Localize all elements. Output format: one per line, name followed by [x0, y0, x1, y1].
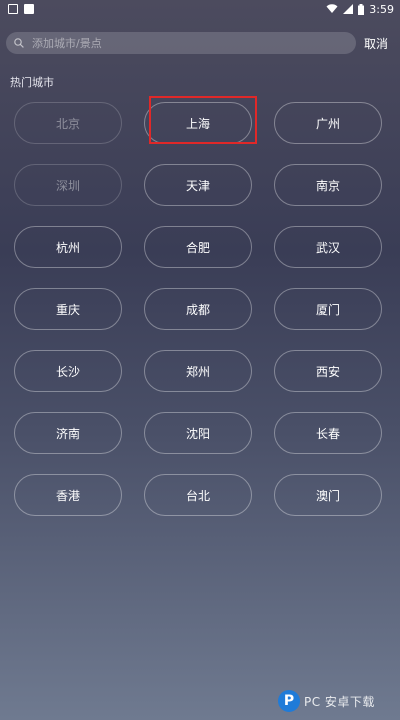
status-time: 3:59: [369, 2, 394, 16]
highlight-annotation-box: [149, 96, 257, 144]
city-button-xian[interactable]: 西安: [274, 350, 382, 392]
city-button-hangzhou[interactable]: 杭州: [14, 226, 122, 268]
city-button-shenzhen[interactable]: 深圳: [14, 164, 122, 206]
city-button-changchun[interactable]: 长春: [274, 412, 382, 454]
city-button-taipei[interactable]: 台北: [144, 474, 252, 516]
search-box[interactable]: [6, 32, 356, 54]
hot-city-grid: 北京 上海 广州 深圳 天津 南京 杭州 合肥 武汉 重庆 成都 厦门 长沙 郑…: [14, 102, 382, 516]
search-icon: [14, 38, 24, 48]
city-button-jinan[interactable]: 济南: [14, 412, 122, 454]
notification-square-icon: [8, 4, 18, 14]
wifi-icon: [326, 4, 338, 13]
city-button-chengdu[interactable]: 成都: [144, 288, 252, 330]
search-row: 取消: [6, 32, 394, 54]
status-bar-right: 3:59: [326, 3, 400, 16]
city-button-xiamen[interactable]: 厦门: [274, 288, 382, 330]
section-title-hot-cities: 热门城市: [10, 76, 54, 89]
city-button-beijing[interactable]: 北京: [14, 102, 122, 144]
watermark-text: PC 安卓下载: [304, 694, 375, 709]
notification-square-icon: [24, 4, 34, 14]
city-button-tianjin[interactable]: 天津: [144, 164, 252, 206]
signal-icon: [343, 4, 354, 14]
city-button-hefei[interactable]: 合肥: [144, 226, 252, 268]
city-button-shenyang[interactable]: 沈阳: [144, 412, 252, 454]
city-button-zhengzhou[interactable]: 郑州: [144, 350, 252, 392]
city-button-macau[interactable]: 澳门: [274, 474, 382, 516]
city-button-chongqing[interactable]: 重庆: [14, 288, 122, 330]
cancel-button[interactable]: 取消: [364, 35, 388, 52]
city-button-hongkong[interactable]: 香港: [14, 474, 122, 516]
status-bar-left: [0, 4, 34, 14]
city-button-nanjing[interactable]: 南京: [274, 164, 382, 206]
city-button-wuhan[interactable]: 武汉: [274, 226, 382, 268]
battery-icon: [358, 3, 365, 15]
status-bar: 3:59: [0, 0, 400, 18]
watermark: P PC 安卓下载: [278, 690, 375, 712]
city-button-changsha[interactable]: 长沙: [14, 350, 122, 392]
city-button-guangzhou[interactable]: 广州: [274, 102, 382, 144]
watermark-logo: P: [278, 690, 300, 712]
search-input[interactable]: [30, 35, 334, 51]
